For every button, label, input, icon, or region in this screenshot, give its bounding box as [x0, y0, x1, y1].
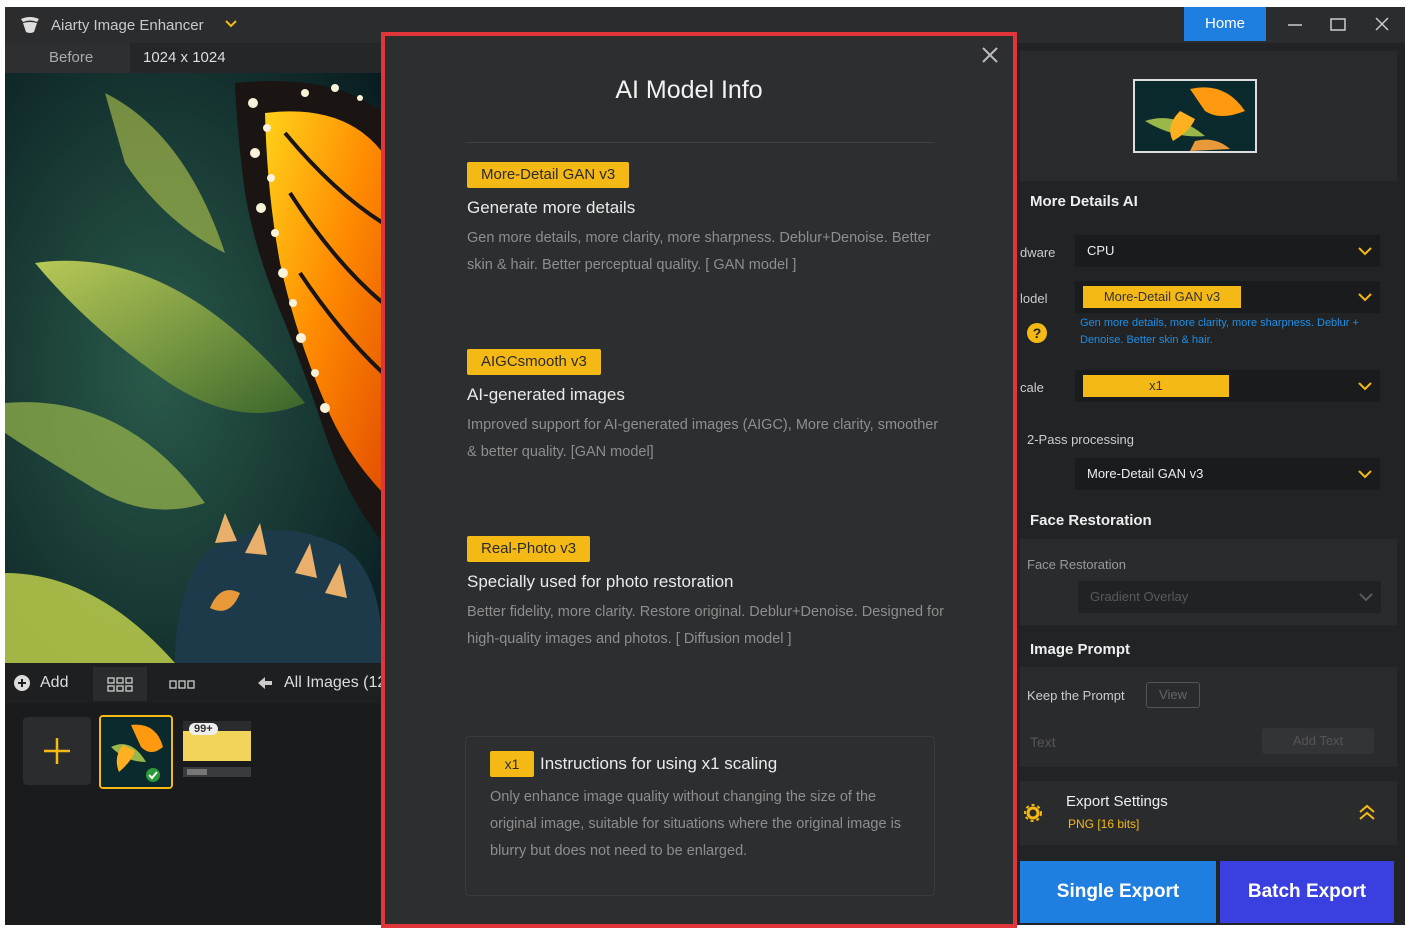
batch-export-button[interactable]: Batch Export: [1220, 861, 1394, 923]
butterfly-preview-image: [1135, 81, 1255, 151]
grid-view-button[interactable]: [93, 667, 147, 701]
close-icon[interactable]: [979, 44, 1001, 66]
model-tag: AIGCsmooth v3: [467, 349, 601, 375]
plus-circle-icon[interactable]: [13, 674, 31, 692]
face-restoration-label: Face Restoration: [1027, 557, 1126, 572]
close-icon: [1375, 17, 1389, 31]
x1-instructions-box: x1 Instructions for using x1 scaling Onl…: [465, 736, 935, 896]
gear-icon: [1024, 804, 1042, 822]
before-tab[interactable]: Before: [5, 43, 130, 73]
prompt-block: Keep the Prompt View Text Add Text: [1020, 667, 1397, 767]
x1-instructions-description: Only enhance image quality without chang…: [490, 789, 902, 859]
chevron-down-icon: [1358, 382, 1372, 391]
butterfly-image: [5, 73, 383, 663]
x1-tag: x1: [490, 751, 534, 777]
export-settings-title: Export Settings: [1066, 793, 1168, 810]
face-restoration-value: Gradient Overlay: [1090, 589, 1189, 604]
prompt-text-input[interactable]: Text: [1030, 734, 1056, 750]
model-description: Gen more details, more clarity, more sha…: [1080, 317, 1359, 346]
chevron-down-icon: [1358, 470, 1372, 479]
home-button[interactable]: Home: [1184, 7, 1266, 41]
model-heading: Generate more details: [467, 198, 636, 217]
export-format: PNG [16 bits]: [1068, 817, 1140, 831]
face-restoration-block: Face Restoration Gradient Overlay: [1020, 539, 1397, 625]
maximize-button[interactable]: [1323, 13, 1353, 37]
model-label: lodel: [1020, 291, 1048, 306]
chevron-down-icon: [1358, 247, 1372, 256]
scale-value: x1: [1083, 375, 1229, 397]
thumbnail-item[interactable]: 99+: [183, 717, 251, 785]
chevron-down-icon[interactable]: [225, 19, 237, 29]
two-pass-label: 2-Pass processing: [1027, 432, 1134, 447]
count-badge: 99+: [189, 723, 218, 735]
hardware-value: CPU: [1087, 243, 1115, 258]
image-preview[interactable]: [5, 73, 383, 663]
maximize-icon: [1330, 18, 1346, 31]
view-button[interactable]: View: [1146, 682, 1200, 708]
prompt-section-title: Image Prompt: [1030, 641, 1131, 658]
single-export-button[interactable]: Single Export: [1020, 861, 1216, 923]
thumbnail-selected[interactable]: [99, 715, 173, 789]
keep-prompt-label: Keep the Prompt: [1027, 688, 1125, 703]
model-tag: More-Detail GAN v3: [467, 162, 630, 188]
image-size-label: 1024 x 1024: [143, 49, 226, 66]
view-tabs: Before 1024 x 1024: [5, 43, 383, 73]
export-settings[interactable]: Export Settings PNG [16 bits]: [1020, 781, 1397, 845]
all-images-label[interactable]: All Images (12: [284, 674, 386, 692]
scale-label: cale: [1020, 380, 1044, 395]
two-pass-value: More-Detail GAN v3: [1087, 466, 1204, 481]
model-tag: Real-Photo v3: [467, 536, 591, 562]
dialog-title: AI Model Info: [615, 76, 763, 104]
add-image-tile[interactable]: [23, 717, 91, 785]
ai-model-info-dialog: AI Model Info More-Detail GAN v3 Generat…: [381, 32, 1017, 928]
add-text-button[interactable]: Add Text: [1262, 728, 1374, 754]
settings-panel: More Details AI dware CPU lodel More-Det…: [1010, 43, 1405, 925]
model-value: More-Detail GAN v3: [1083, 286, 1241, 308]
navigator-thumbnail[interactable]: [1133, 79, 1257, 153]
face-restoration-select[interactable]: Gradient Overlay: [1078, 581, 1381, 613]
add-button[interactable]: Add: [40, 674, 68, 692]
butterfly-thumbnail: [101, 717, 171, 787]
strip-view-button[interactable]: [155, 667, 209, 701]
hardware-select[interactable]: CPU: [1075, 235, 1380, 267]
help-icon[interactable]: ?: [1027, 323, 1047, 343]
hardware-label: dware: [1020, 245, 1056, 260]
model-heading: Specially used for photo restoration: [467, 572, 734, 591]
scale-select[interactable]: x1: [1075, 370, 1380, 402]
grid-icon: [107, 677, 133, 692]
minimize-button[interactable]: [1280, 13, 1310, 37]
minimize-icon: [1288, 24, 1302, 26]
face-section-title: Face Restoration: [1030, 512, 1152, 529]
two-pass-select[interactable]: More-Detail GAN v3: [1075, 458, 1380, 490]
model-description: Better fidelity, more clarity. Restore o…: [467, 604, 944, 647]
close-window-button[interactable]: [1367, 13, 1397, 37]
chevron-down-icon: [1359, 593, 1373, 602]
chevron-down-icon: [1358, 293, 1372, 302]
ai-section-title: More Details AI: [1030, 193, 1138, 210]
app-title[interactable]: Aiarty Image Enhancer: [51, 17, 204, 34]
model-description: Gen more details, more clarity, more sha…: [467, 230, 931, 273]
plus-icon: [44, 738, 70, 764]
arrow-left-icon[interactable]: [257, 676, 273, 690]
navigator-preview: [1020, 51, 1397, 181]
chevron-double-up-icon[interactable]: [1358, 803, 1376, 821]
strip-icon: [169, 680, 195, 689]
x1-instructions-heading: Instructions for using x1 scaling: [540, 754, 778, 773]
divider: [465, 142, 935, 143]
thumbnail-strip: 99+: [5, 703, 383, 925]
model-description: Improved support for AI-generated images…: [467, 417, 939, 460]
model-select[interactable]: More-Detail GAN v3: [1075, 281, 1380, 313]
model-heading: AI-generated images: [467, 385, 625, 404]
thumbnail-toolbar: Add All Images (12: [5, 663, 386, 703]
app-logo-icon: [21, 17, 39, 33]
